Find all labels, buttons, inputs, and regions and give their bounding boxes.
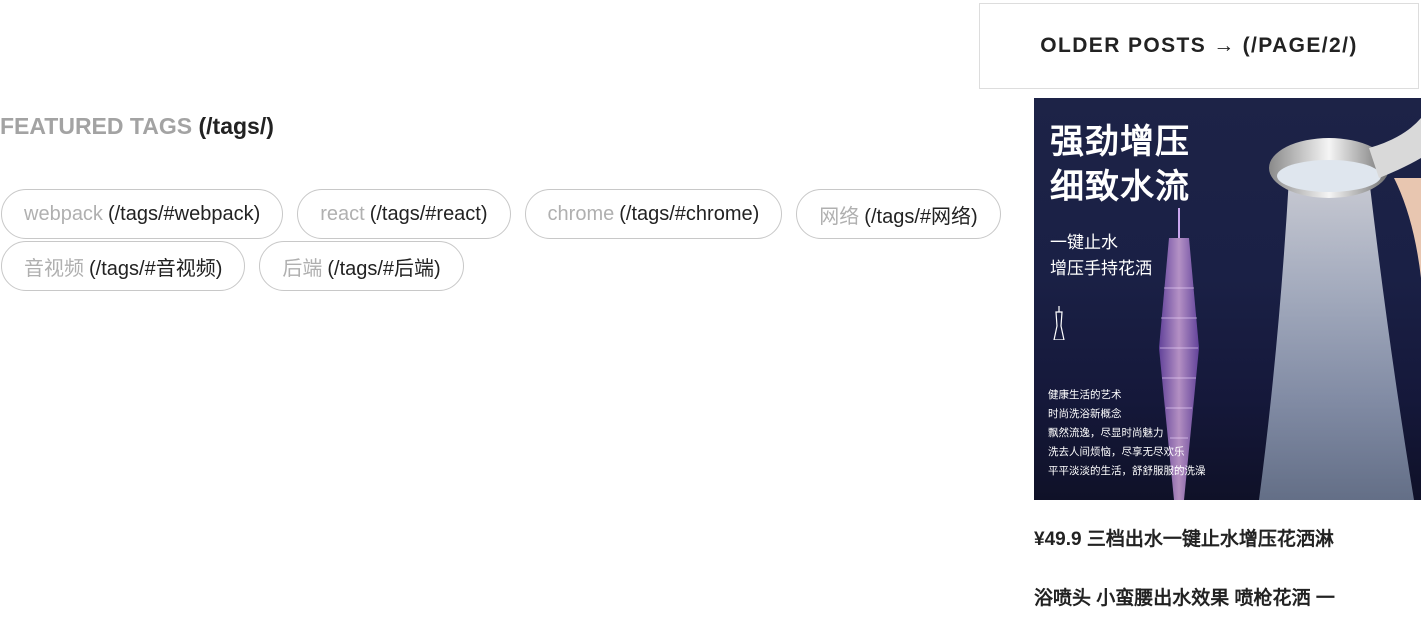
tag-audio-video[interactable]: 音视频 (/tags/#音视频) bbox=[1, 241, 246, 291]
ad-subline-line: 增压手持花洒 bbox=[1050, 259, 1152, 278]
ad-headline-line: 细致水流 bbox=[1050, 168, 1190, 206]
tag-href: (/tags/#后端) bbox=[327, 257, 441, 280]
ad-desc-line: 飘然流逸，尽显时尚魅力 bbox=[1048, 427, 1164, 439]
tag-name: chrome bbox=[547, 202, 615, 225]
tag-list: webpack (/tags/#webpack) react (/tags/#r… bbox=[1, 189, 1031, 307]
ad-subline-line: 一键止水 bbox=[1050, 233, 1118, 252]
older-posts-label: OLDER POSTS bbox=[1040, 34, 1207, 57]
ad-desc-line: 洗去人间烦恼，尽享无尽欢乐 bbox=[1048, 446, 1185, 458]
tag-href: (/tags/#网络) bbox=[864, 205, 978, 228]
ad-description: 健康生活的艺术 时尚洗浴新概念 飘然流逸，尽显时尚魅力 洗去人间烦恼，尽享无尽欢… bbox=[1048, 386, 1206, 481]
ad-desc-line: 时尚洗浴新概念 bbox=[1048, 408, 1122, 420]
ad-caption-link[interactable]: ¥49.9 三档出水一键止水增压花洒淋 浴喷头 小蛮腰出水效果 喷枪花洒 一 bbox=[1034, 510, 1421, 628]
ad-image[interactable]: 强劲增压 细致水流 一键止水 增压手持花洒 健康生活的艺术 时尚洗浴新概念 飘然… bbox=[1034, 98, 1421, 500]
tag-name: 网络 bbox=[819, 205, 860, 228]
tag-name: 音视频 bbox=[24, 257, 84, 280]
tag-href: (/tags/#webpack) bbox=[107, 202, 261, 225]
ad-subline: 一键止水 增压手持花洒 bbox=[1050, 230, 1152, 282]
ad-caption-line: 浴喷头 小蛮腰出水效果 喷枪花洒 一 bbox=[1034, 588, 1335, 609]
tag-name: webpack bbox=[24, 202, 103, 225]
tag-webpack[interactable]: webpack (/tags/#webpack) bbox=[1, 189, 284, 239]
tag-row: webpack (/tags/#webpack) react (/tags/#r… bbox=[1, 189, 1031, 239]
shower-head-illustration bbox=[1259, 118, 1421, 500]
tag-react[interactable]: react (/tags/#react) bbox=[297, 189, 511, 239]
featured-tags-href[interactable]: (/tags/) bbox=[198, 113, 273, 139]
ad-headline: 强劲增压 细致水流 bbox=[1050, 120, 1190, 210]
ad-desc-line: 平平淡淡的生活，舒舒服服的洗澡 bbox=[1048, 465, 1206, 477]
ad-caption-line: ¥49.9 三档出水一键止水增压花洒淋 bbox=[1034, 529, 1334, 550]
tag-chrome[interactable]: chrome (/tags/#chrome) bbox=[524, 189, 783, 239]
tag-href: (/tags/#react) bbox=[369, 202, 488, 225]
ad-headline-line: 强劲增压 bbox=[1050, 123, 1190, 161]
ad-desc-line: 健康生活的艺术 bbox=[1048, 389, 1122, 401]
tag-network[interactable]: 网络 (/tags/#网络) bbox=[796, 189, 1001, 239]
tag-name: react bbox=[320, 202, 365, 225]
tag-backend[interactable]: 后端 (/tags/#后端) bbox=[259, 241, 464, 291]
older-posts-link[interactable]: OLDER POSTS → (/PAGE/2/) bbox=[979, 3, 1419, 89]
featured-tags-heading: FEATURED TAGS (/tags/) bbox=[0, 113, 274, 140]
tag-row: 音视频 (/tags/#音视频) 后端 (/tags/#后端) bbox=[1, 241, 1031, 291]
tag-href: (/tags/#音视频) bbox=[89, 257, 223, 280]
featured-tags-title: FEATURED TAGS bbox=[0, 113, 193, 139]
tag-name: 后端 bbox=[282, 257, 323, 280]
tag-href: (/tags/#chrome) bbox=[619, 202, 760, 225]
older-posts-href: (/PAGE/2/) bbox=[1242, 34, 1358, 57]
tower-icon bbox=[1053, 306, 1065, 340]
arrow-right-icon: → bbox=[1213, 34, 1236, 57]
